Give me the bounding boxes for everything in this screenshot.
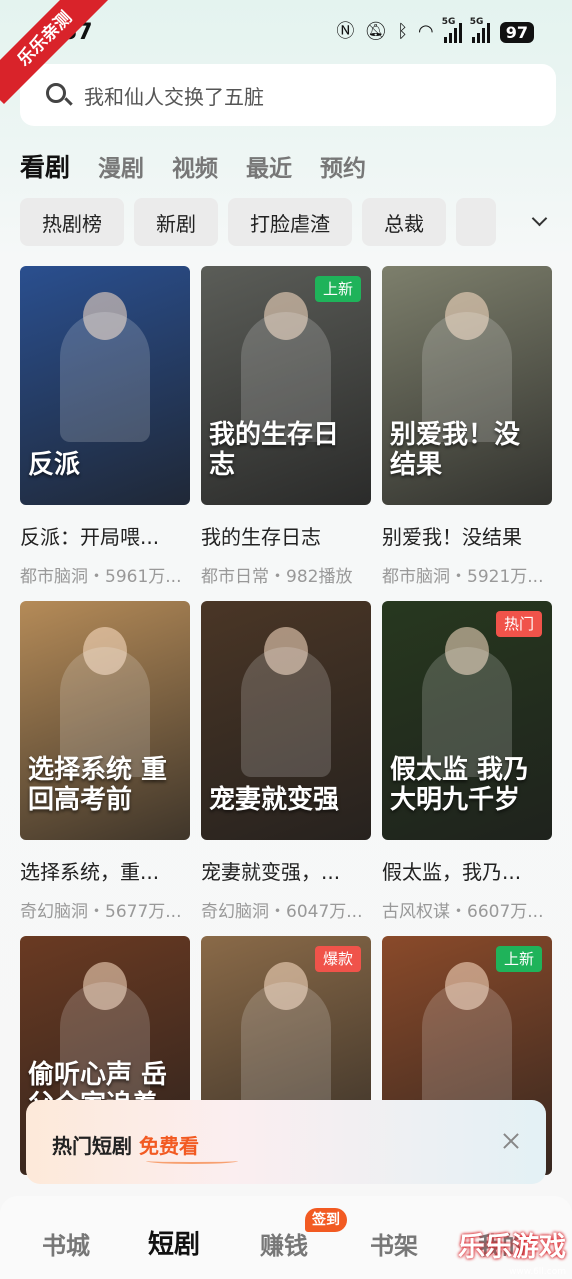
- chevron-down-icon[interactable]: [528, 210, 552, 234]
- filter-chips: 热剧榜 新剧 打脸虐渣 总裁: [20, 198, 520, 246]
- drama-title[interactable]: 选择系统，重...: [20, 856, 190, 885]
- signal-5g-icon: 5G: [442, 17, 462, 43]
- drama-poster[interactable]: 假太监 我乃大明九千岁 热门: [382, 601, 552, 840]
- tab-video[interactable]: 视频: [172, 149, 218, 183]
- poster-title-art: 选择系统 重回高考前: [28, 755, 168, 816]
- drama-card[interactable]: 反派反派：开局喂... 都市脑洞・5961万...: [20, 266, 190, 601]
- status-badge: 爆款: [314, 946, 361, 972]
- site-logo-watermark: 乐乐游戏 www.6ll.com: [458, 1232, 566, 1277]
- tab-reserve[interactable]: 预约: [320, 149, 366, 183]
- chip-ceo[interactable]: 总裁: [362, 198, 446, 246]
- drama-title[interactable]: 我的生存日志: [201, 521, 371, 550]
- promo-text: 热门短剧 免费看: [52, 1134, 199, 1158]
- search-bar[interactable]: 我和仙人交换了五脏: [20, 64, 556, 126]
- chip-face-slap[interactable]: 打脸虐渣: [228, 198, 352, 246]
- close-icon[interactable]: [500, 1130, 522, 1152]
- chip-hot-ranking[interactable]: 热剧榜: [20, 198, 124, 246]
- status-badge: 上新: [314, 276, 361, 302]
- status-icons: Ⓝ 🔕︎ ᛒ ◠ 5G 5G 97: [336, 17, 534, 44]
- status-badge: 热门: [495, 611, 542, 637]
- chip-partial[interactable]: [456, 198, 496, 246]
- drama-title[interactable]: 宠妻就变强，...: [201, 856, 371, 885]
- tab-recent[interactable]: 最近: [246, 149, 292, 183]
- poster-title-art: 宠妻就变强: [209, 785, 340, 816]
- content-tabs: 看剧 漫剧 视频 最近 预约: [20, 148, 366, 184]
- drama-meta: 都市脑洞・5961万...: [20, 567, 182, 587]
- drama-meta: 古风权谋・6607万...: [382, 902, 544, 922]
- wifi-icon: ◠: [418, 21, 434, 42]
- tab-kanju[interactable]: 看剧: [20, 148, 70, 184]
- drama-poster[interactable]: 宠妻就变强: [201, 601, 371, 840]
- poster-title-art: 假太监 我乃大明九千岁: [390, 755, 530, 816]
- drama-title[interactable]: 假太监，我乃...: [382, 856, 552, 885]
- status-badge: 上新: [495, 946, 542, 972]
- drama-poster[interactable]: 我的生存日志 上新: [201, 266, 371, 505]
- nav-short-drama[interactable]: 短剧: [148, 1224, 200, 1261]
- drama-poster[interactable]: 反派: [20, 266, 190, 505]
- search-placeholder: 我和仙人交换了五脏: [84, 84, 264, 109]
- bluetooth-icon: ᛒ: [397, 21, 409, 42]
- drama-poster[interactable]: 选择系统 重回高考前: [20, 601, 190, 840]
- poster-title-art: 别爱我！没结果: [390, 420, 521, 481]
- drama-meta: 都市脑洞・5921万...: [382, 567, 544, 587]
- chip-new[interactable]: 新剧: [134, 198, 218, 246]
- battery-indicator: 97: [499, 21, 534, 43]
- drama-card[interactable]: 别爱我！没结果 别爱我！没结果 都市脑洞・5921万...: [382, 266, 552, 601]
- nav-bookshelf[interactable]: 书架: [370, 1226, 418, 1261]
- poster-figure: [60, 312, 150, 442]
- poster-title-art: 我的生存日志: [209, 420, 340, 481]
- drama-card[interactable]: 宠妻就变强宠妻就变强，... 奇幻脑洞・6047万...: [201, 601, 371, 936]
- drama-card[interactable]: 假太监 我乃大明九千岁 热门假太监，我乃... 古风权谋・6607万...: [382, 601, 552, 936]
- poster-figure: [241, 647, 331, 777]
- poster-title-art: 反派: [28, 450, 81, 481]
- nav-bookstore[interactable]: 书城: [42, 1226, 90, 1261]
- drama-title[interactable]: 别爱我！没结果: [382, 521, 552, 550]
- checkin-badge[interactable]: 签到: [305, 1208, 347, 1232]
- nfc-icon: Ⓝ: [336, 21, 355, 42]
- drama-title[interactable]: 反派：开局喂...: [20, 521, 190, 550]
- drama-meta: 奇幻脑洞・6047万...: [201, 902, 363, 922]
- tab-manju[interactable]: 漫剧: [98, 149, 144, 183]
- poster-figure: [241, 982, 331, 1112]
- mute-icon: 🔕︎: [364, 21, 388, 42]
- nav-earn[interactable]: 赚钱: [260, 1226, 308, 1261]
- promo-underline-decoration: [146, 1158, 238, 1164]
- signal-5g-icon-2: 5G: [470, 17, 490, 43]
- drama-card[interactable]: 选择系统 重回高考前选择系统，重... 奇幻脑洞・5677万...: [20, 601, 190, 936]
- drama-meta: 奇幻脑洞・5677万...: [20, 902, 182, 922]
- drama-meta: 都市日常・982播放: [201, 567, 353, 587]
- drama-poster[interactable]: 别爱我！没结果: [382, 266, 552, 505]
- search-icon: [44, 81, 73, 109]
- poster-figure: [422, 982, 512, 1112]
- promo-banner[interactable]: 热门短剧 免费看: [26, 1100, 546, 1184]
- drama-card[interactable]: 我的生存日志 上新我的生存日志都市日常・982播放: [201, 266, 371, 601]
